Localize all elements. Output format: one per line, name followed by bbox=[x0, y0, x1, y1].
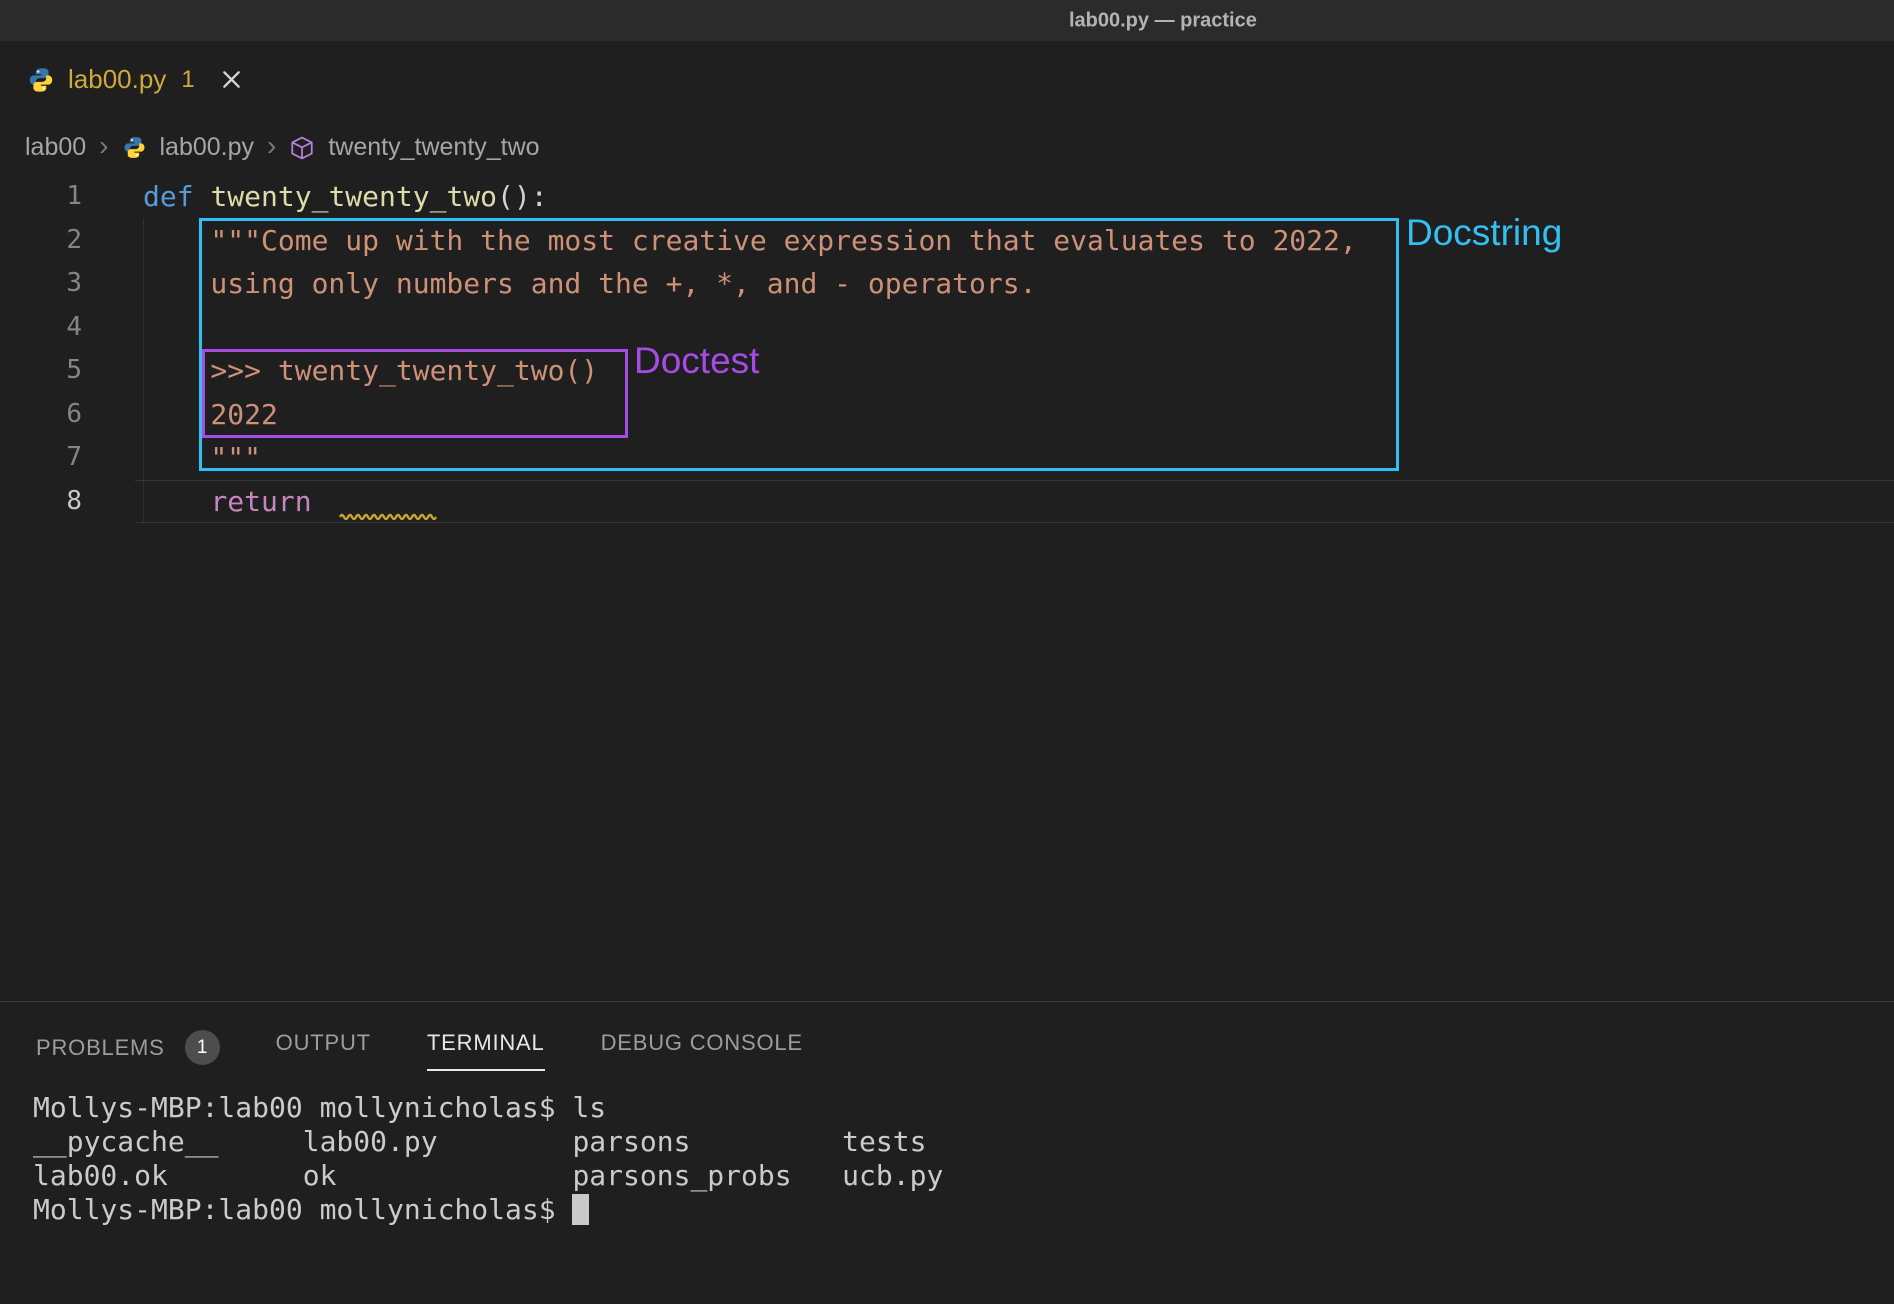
cube-symbol-icon bbox=[289, 135, 315, 161]
current-line-highlight bbox=[135, 480, 1894, 524]
code-line-7[interactable]: 7 """ bbox=[0, 436, 1894, 480]
tab-filename: lab00.py bbox=[68, 64, 166, 95]
line-number: 7 bbox=[0, 436, 82, 480]
docstring-text: """Come up with the most creative expres… bbox=[143, 219, 1357, 263]
terminal-line: lab00.ok ok parsons_probs ucb.py bbox=[33, 1159, 1894, 1193]
tab-output[interactable]: OUTPUT bbox=[276, 1030, 371, 1071]
line-number: 4 bbox=[0, 306, 82, 350]
docstring-text: """ bbox=[143, 436, 261, 480]
tab-terminal-label: TERMINAL bbox=[427, 1030, 545, 1056]
terminal[interactable]: Mollys-MBP:lab00 mollynicholas$ ls __pyc… bbox=[33, 1091, 1894, 1304]
keyword-return: return bbox=[210, 485, 311, 518]
terminal-prompt-line: Mollys-MBP:lab00 mollynicholas$ bbox=[33, 1193, 1894, 1227]
terminal-line: __pycache__ lab00.py parsons tests bbox=[33, 1125, 1894, 1159]
chevron-right-icon: › bbox=[267, 132, 276, 160]
code-line-8[interactable]: 8 return bbox=[0, 480, 1894, 524]
terminal-prompt: Mollys-MBP:lab00 mollynicholas$ bbox=[33, 1193, 572, 1226]
line-number: 2 bbox=[0, 219, 82, 263]
window-title: lab00.py — practice bbox=[1069, 9, 1257, 32]
code-line-4[interactable]: 4 bbox=[0, 306, 1894, 350]
code-line-6[interactable]: 6 2022 bbox=[0, 393, 1894, 437]
tab-terminal[interactable]: TERMINAL bbox=[427, 1030, 545, 1071]
panel-tab-bar: PROBLEMS 1 OUTPUT TERMINAL DEBUG CONSOLE bbox=[0, 1002, 1894, 1080]
close-icon[interactable] bbox=[220, 68, 243, 91]
tab-output-label: OUTPUT bbox=[276, 1030, 371, 1056]
function-name: twenty_twenty_two bbox=[210, 180, 497, 213]
breadcrumb: lab00 › lab00.py › twenty_twenty_two bbox=[0, 120, 1894, 175]
code-line-3[interactable]: 3 using only numbers and the +, *, and -… bbox=[0, 262, 1894, 306]
chevron-right-icon: › bbox=[99, 132, 108, 160]
docstring-text: using only numbers and the +, *, and - o… bbox=[143, 262, 1036, 306]
breadcrumb-item-file[interactable]: lab00.py bbox=[160, 133, 255, 162]
terminal-cursor bbox=[572, 1194, 589, 1225]
line-number: 5 bbox=[0, 349, 82, 393]
doctest-call-text: >>> twenty_twenty_two() bbox=[143, 349, 598, 393]
line-number: 1 bbox=[0, 175, 82, 219]
tab-problems-label: PROBLEMS bbox=[36, 1035, 165, 1061]
line-number: 6 bbox=[0, 393, 82, 437]
keyword-def: def bbox=[143, 180, 194, 213]
breadcrumb-item-folder[interactable]: lab00 bbox=[25, 133, 86, 162]
titlebar: lab00.py — practice bbox=[0, 0, 1894, 41]
terminal-line: Mollys-MBP:lab00 mollynicholas$ ls bbox=[33, 1091, 1894, 1125]
breadcrumb-item-symbol[interactable]: twenty_twenty_two bbox=[328, 133, 539, 162]
doctest-result-text: 2022 bbox=[143, 393, 278, 437]
python-icon bbox=[122, 135, 147, 160]
bottom-panel: PROBLEMS 1 OUTPUT TERMINAL DEBUG CONSOLE… bbox=[0, 1001, 1894, 1304]
line-number: 8 bbox=[0, 480, 82, 524]
line-number: 3 bbox=[0, 262, 82, 306]
editor-tab-bar: lab00.py 1 bbox=[0, 41, 1894, 118]
tab-debug-console[interactable]: DEBUG CONSOLE bbox=[601, 1030, 803, 1071]
editor-tab-lab00[interactable]: lab00.py 1 bbox=[0, 41, 269, 118]
code-line-2[interactable]: 2 """Come up with the most creative expr… bbox=[0, 219, 1894, 263]
code-line-1[interactable]: 1 def twenty_twenty_two(): bbox=[0, 175, 1894, 219]
tab-problem-count: 1 bbox=[181, 66, 194, 94]
code-line-5[interactable]: 5 >>> twenty_twenty_two() bbox=[0, 349, 1894, 393]
tab-problems[interactable]: PROBLEMS 1 bbox=[36, 1030, 220, 1080]
python-icon bbox=[27, 66, 55, 94]
tab-debug-console-label: DEBUG CONSOLE bbox=[601, 1030, 803, 1056]
code-editor[interactable]: 1 def twenty_twenty_two(): 2 """Come up … bbox=[0, 175, 1894, 1001]
problems-count-badge: 1 bbox=[185, 1030, 220, 1065]
